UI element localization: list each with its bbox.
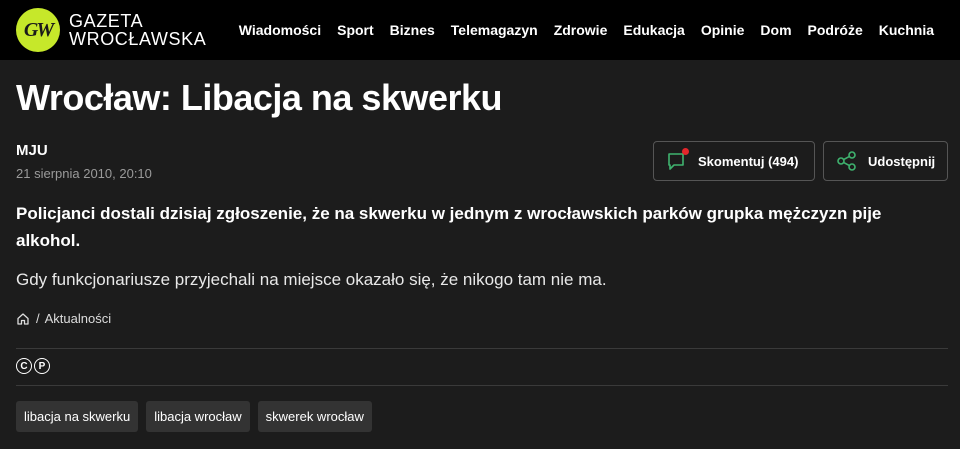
tag-list: libacja na skwerku libacja wrocław skwer…	[16, 401, 372, 432]
breadcrumb-separator: /	[36, 311, 40, 326]
home-icon[interactable]	[16, 312, 30, 326]
comment-button[interactable]: Skomentuj (494)	[653, 141, 815, 181]
logo-line-1: GAZETA	[69, 11, 144, 31]
tag-libacja-wroclaw[interactable]: libacja wrocław	[146, 401, 250, 432]
article-lead: Policjanci dostali dzisiaj zgłoszenie, ż…	[16, 204, 882, 250]
share-button-label: Udostępnij	[868, 153, 936, 169]
nav-item-opinie[interactable]: Opinie	[701, 22, 745, 38]
share-icon	[836, 150, 858, 172]
comment-icon	[666, 148, 689, 172]
share-button[interactable]: Udostępnij	[823, 141, 948, 181]
notification-dot	[682, 148, 689, 155]
logo-text: GAZETA WROCŁAWSKA	[69, 12, 206, 48]
nav-item-kuchnia[interactable]: Kuchnia	[879, 22, 934, 38]
article-body: Gdy funkcjonariusze przyjechali na miejs…	[16, 270, 607, 289]
nav-item-edukacja[interactable]: Edukacja	[623, 22, 684, 38]
logo-line-2: WROCŁAWSKA	[69, 29, 207, 49]
nav-item-zdrowie[interactable]: Zdrowie	[554, 22, 608, 38]
divider	[16, 348, 948, 349]
nav-item-telemagazyn[interactable]: Telemagazyn	[451, 22, 538, 38]
tag-skwerek-wroclaw[interactable]: skwerek wrocław	[257, 401, 372, 432]
nav-item-podroze[interactable]: Podróże	[808, 22, 863, 38]
tag-libacja-na-skwerku[interactable]: libacja na skwerku	[16, 401, 139, 432]
divider	[16, 385, 948, 386]
logo-badge: GW	[16, 8, 60, 52]
top-bar: GW GAZETA WROCŁAWSKA Wiadomości Sport Bi…	[0, 0, 960, 60]
nav-item-sport[interactable]: Sport	[337, 22, 374, 38]
main-nav: Wiadomości Sport Biznes Telemagazyn Zdro…	[239, 0, 934, 60]
nav-item-wiadomosci[interactable]: Wiadomości	[239, 22, 321, 38]
article-author[interactable]: MJU	[16, 142, 48, 159]
comment-button-label: Skomentuj (494)	[698, 153, 799, 169]
article-title: Wrocław: Libacja na skwerku	[16, 77, 503, 118]
article-date: 21 sierpnia 2010, 20:10	[16, 166, 152, 181]
nav-item-biznes[interactable]: Biznes	[390, 22, 435, 38]
nav-item-dom[interactable]: Dom	[760, 22, 791, 38]
phonogram-icon: P	[34, 358, 50, 374]
breadcrumb-section[interactable]: Aktualności	[45, 311, 111, 326]
rights-icons: C P	[16, 358, 50, 374]
breadcrumb: / Aktualności	[16, 311, 111, 326]
site-logo[interactable]: GW GAZETA WROCŁAWSKA	[16, 8, 206, 52]
copyright-icon: C	[16, 358, 32, 374]
